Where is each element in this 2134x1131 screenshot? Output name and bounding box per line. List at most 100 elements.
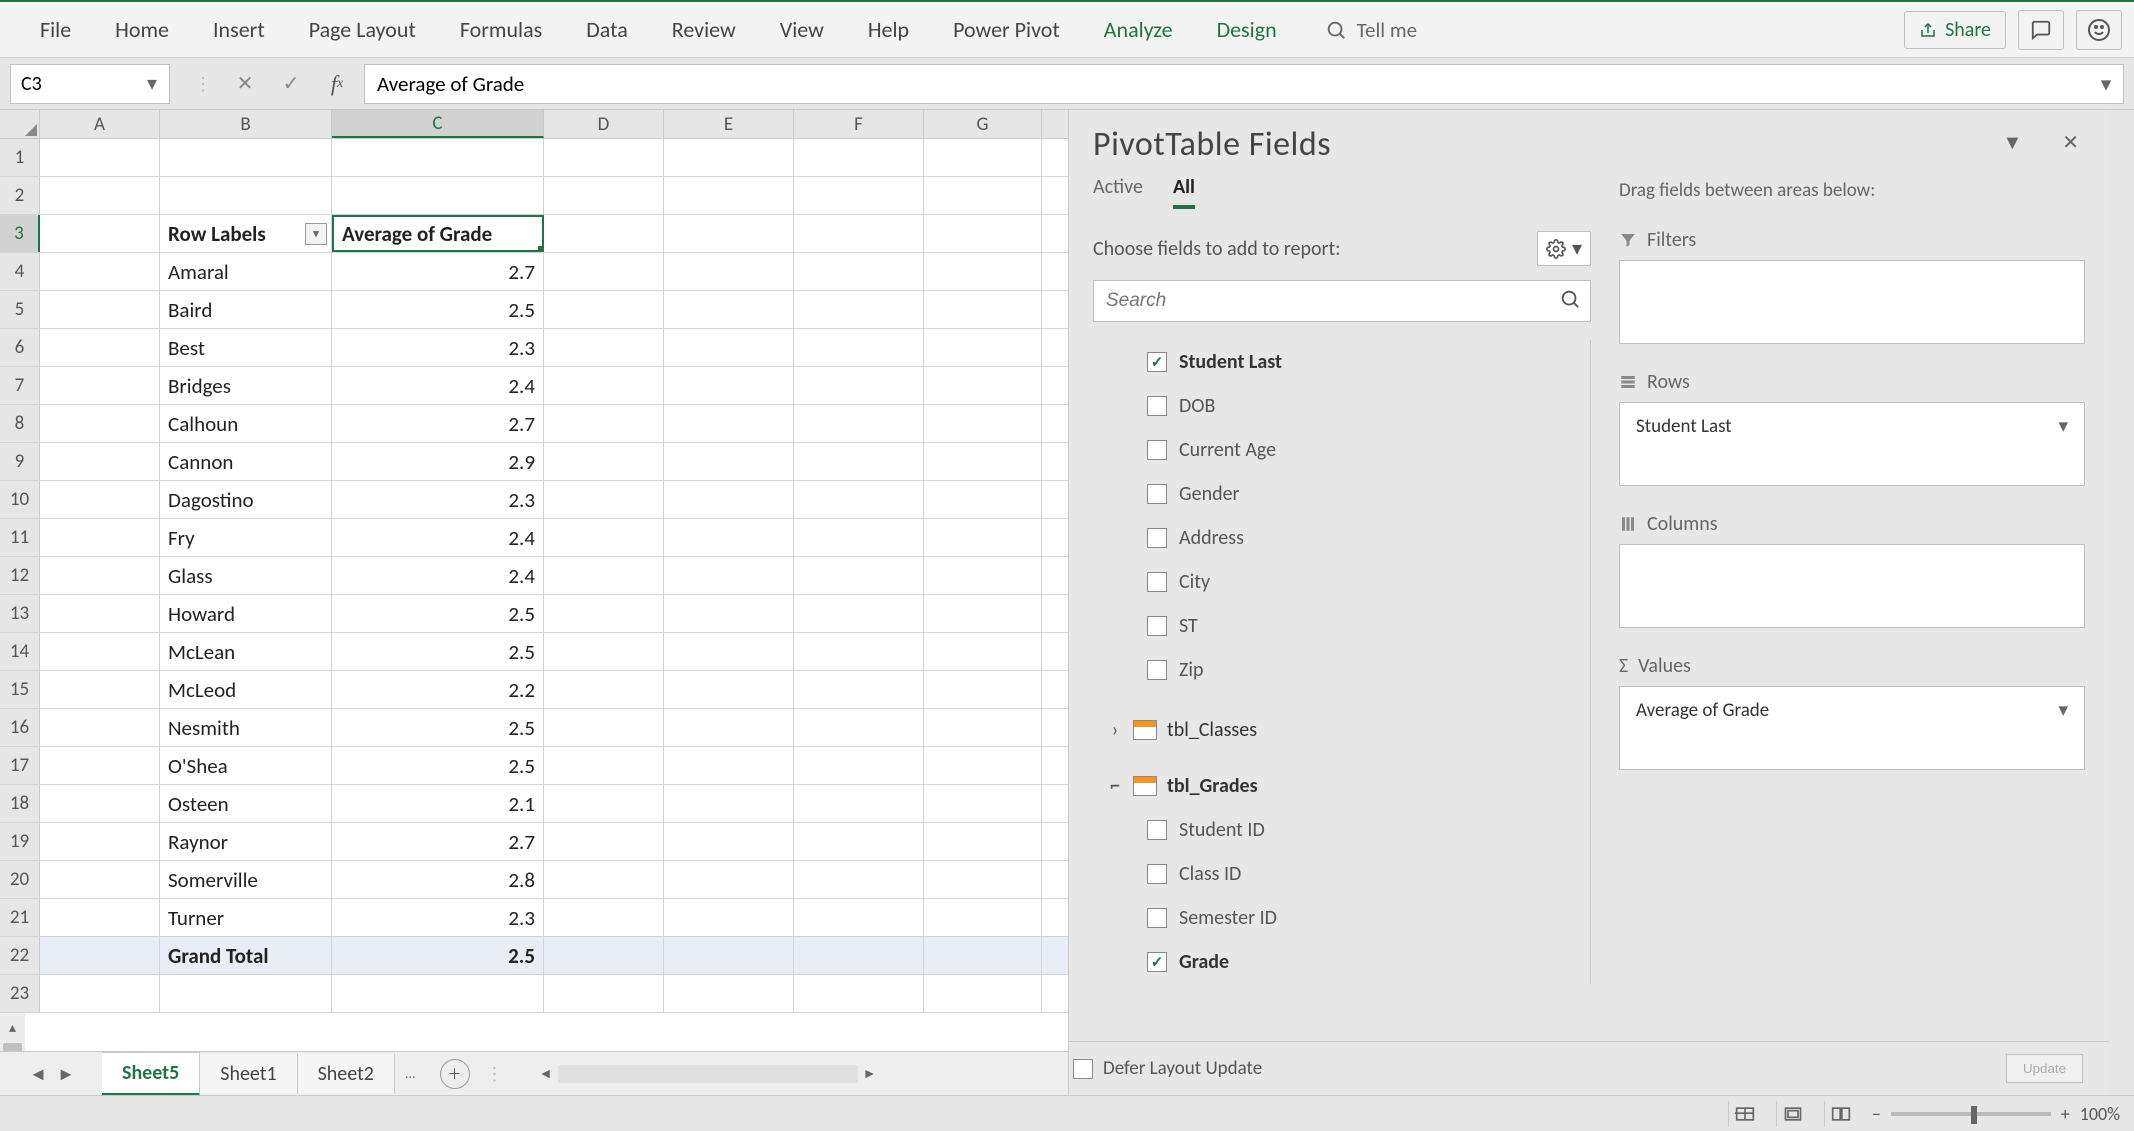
cell[interactable] [924,899,1042,936]
tab-power-pivot[interactable]: Power Pivot [931,2,1082,57]
grid-row[interactable]: 13Howard2.5 [0,595,1068,633]
cell[interactable] [544,291,664,328]
pane-dropdown-icon[interactable]: ▼ [2002,131,2022,155]
hscroll-left-icon[interactable]: ◄ [534,1065,558,1082]
tab-view[interactable]: View [758,2,846,57]
vertical-scrollbar[interactable]: ▴ ▾ [0,1013,25,1051]
cell[interactable]: 2.4 [332,519,544,556]
cell[interactable]: 2.3 [332,899,544,936]
row-head[interactable]: 4 [0,253,40,290]
cell[interactable] [544,215,664,252]
cell[interactable] [794,481,924,518]
name-box-dropdown-icon[interactable]: ▾ [139,69,165,99]
cell[interactable] [40,709,160,746]
row-head[interactable]: 2 [0,177,40,214]
cell[interactable] [794,899,924,936]
field-row[interactable]: Semester ID [1093,896,1586,940]
grid-row[interactable]: 23 [0,975,1068,1013]
smiley-feedback-button[interactable] [2076,10,2122,50]
cell[interactable] [924,329,1042,366]
grid-row[interactable]: 7Bridges2.4 [0,367,1068,405]
cell[interactable] [794,329,924,366]
collapse-icon[interactable]: ⌐ [1107,774,1123,798]
col-head-E[interactable]: E [664,110,794,138]
cell[interactable] [924,823,1042,860]
grid-row[interactable]: 4Amaral2.7 [0,253,1068,291]
grid-row[interactable]: 2 [0,177,1068,215]
zoom-value[interactable]: 100% [2080,1103,2120,1125]
grid-row[interactable]: 6Best2.3 [0,329,1068,367]
cell[interactable]: Amaral [160,253,332,290]
cell[interactable] [40,215,160,252]
cell[interactable] [664,557,794,594]
cell[interactable] [664,215,794,252]
grid-row[interactable]: 20Somerville2.8 [0,861,1068,899]
cell[interactable] [664,709,794,746]
fx-icon[interactable]: fx [318,64,356,104]
cell[interactable] [794,291,924,328]
vertical-dots-icon[interactable]: ⋮ [486,1063,504,1085]
cell[interactable] [924,785,1042,822]
filters-dropzone[interactable] [1619,260,2085,344]
cell[interactable]: 2.2 [332,671,544,708]
share-button[interactable]: Share [1904,11,2006,49]
field-row[interactable]: ✓Grade [1093,940,1586,984]
rows-dropzone[interactable]: Student Last ▾ [1619,402,2085,486]
tab-design[interactable]: Design [1195,2,1299,57]
cell[interactable] [332,177,544,214]
zoom-in-button[interactable]: + [2061,1103,2070,1125]
cell[interactable] [40,443,160,480]
row-head[interactable]: 3 [0,215,40,252]
cell[interactable] [794,443,924,480]
cell[interactable] [664,937,794,974]
cell[interactable] [924,291,1042,328]
cell[interactable] [544,519,664,556]
cell[interactable] [40,481,160,518]
cell[interactable] [664,899,794,936]
defer-update-checkbox[interactable]: Defer Layout Update [1073,1057,1262,1080]
grid-row[interactable]: 22Grand Total2.5 [0,937,1068,975]
cell[interactable] [794,367,924,404]
cell[interactable]: Best [160,329,332,366]
formula-expand-icon[interactable]: ▾ [2093,69,2119,99]
grid-row[interactable]: 3Row Labels▾Average of Grade [0,215,1068,253]
view-normal-button[interactable] [1728,1101,1762,1127]
cell[interactable] [544,329,664,366]
col-head-F[interactable]: F [794,110,924,138]
cell[interactable] [544,253,664,290]
row-head[interactable]: 15 [0,671,40,708]
field-row[interactable]: Class ID [1093,852,1586,896]
tab-insert[interactable]: Insert [191,2,287,57]
cell[interactable]: 2.5 [332,595,544,632]
cell[interactable] [40,747,160,784]
spreadsheet-grid[interactable]: A B C D E F G 123Row Labels▾Average of G… [0,110,1068,1051]
cell[interactable] [544,975,664,1012]
row-head[interactable]: 9 [0,443,40,480]
row-head[interactable]: 14 [0,633,40,670]
tab-formulas[interactable]: Formulas [438,2,564,57]
cell[interactable] [664,291,794,328]
tab-file[interactable]: File [18,2,93,57]
cell[interactable] [544,747,664,784]
cell[interactable] [544,405,664,442]
grid-row[interactable]: 17O'Shea2.5 [0,747,1068,785]
grid-row[interactable]: 5Baird2.5 [0,291,1068,329]
cell[interactable] [664,329,794,366]
cell[interactable]: Cannon [160,443,332,480]
field-row[interactable]: Zip [1093,648,1586,692]
cell[interactable] [40,823,160,860]
values-dropzone[interactable]: Average of Grade ▾ [1619,686,2085,770]
cell[interactable] [664,519,794,556]
cell[interactable] [664,671,794,708]
grid-row[interactable]: 11Fry2.4 [0,519,1068,557]
cell[interactable] [544,785,664,822]
cancel-formula-button[interactable]: ✕ [226,64,264,104]
cell[interactable]: Calhoun [160,405,332,442]
cell[interactable] [40,899,160,936]
cell[interactable]: 2.5 [332,747,544,784]
cell[interactable]: 2.8 [332,861,544,898]
cell[interactable] [664,595,794,632]
cell[interactable]: Average of Grade [332,215,544,252]
cell[interactable] [160,177,332,214]
cell[interactable] [794,595,924,632]
